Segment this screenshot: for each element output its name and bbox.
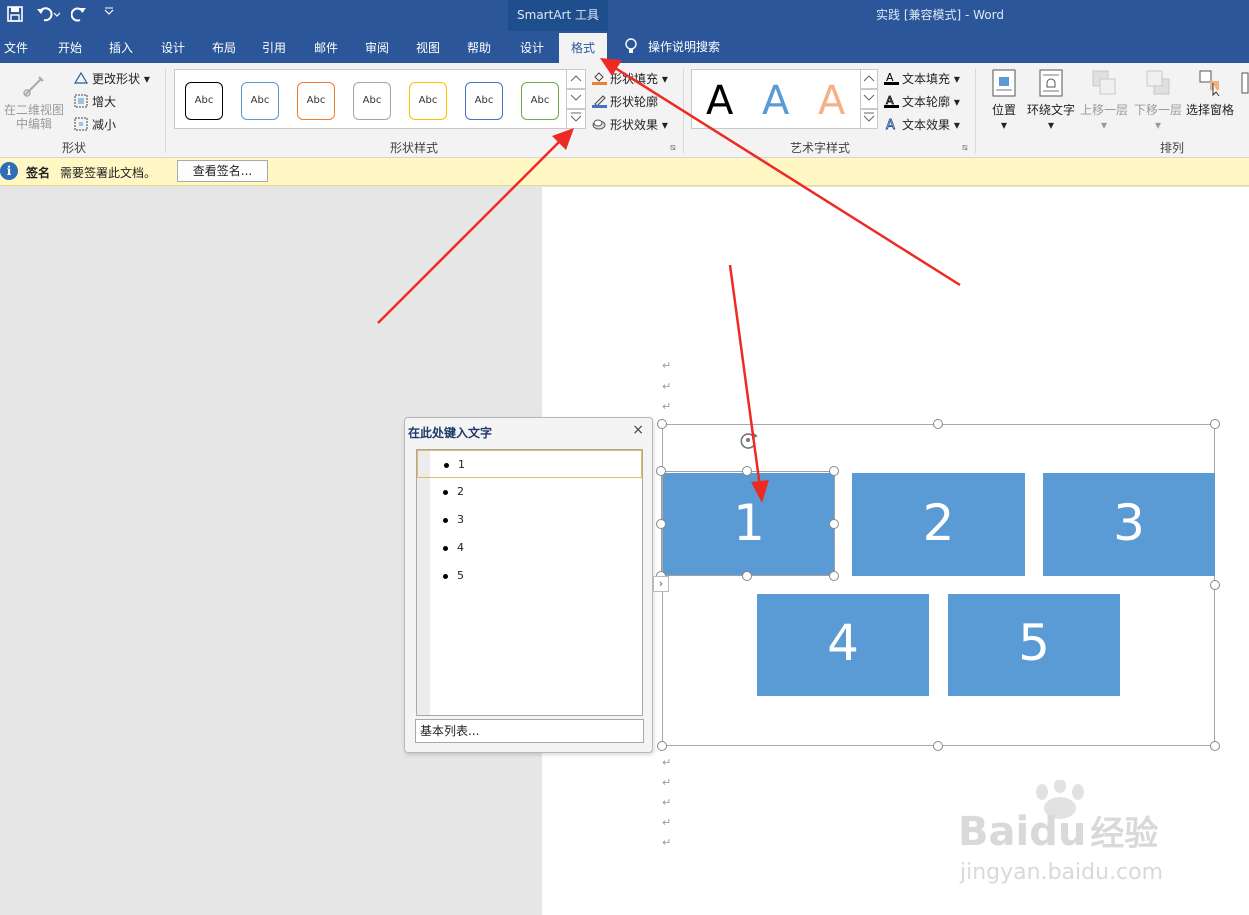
annotation-arrow bbox=[728, 264, 762, 488]
annotation-arrowhead bbox=[751, 480, 769, 503]
annotation-arrow bbox=[377, 134, 567, 324]
annotation-arrows bbox=[377, 58, 961, 503]
annotation-arrow bbox=[611, 64, 961, 287]
annotation-arrowhead bbox=[600, 58, 622, 76]
